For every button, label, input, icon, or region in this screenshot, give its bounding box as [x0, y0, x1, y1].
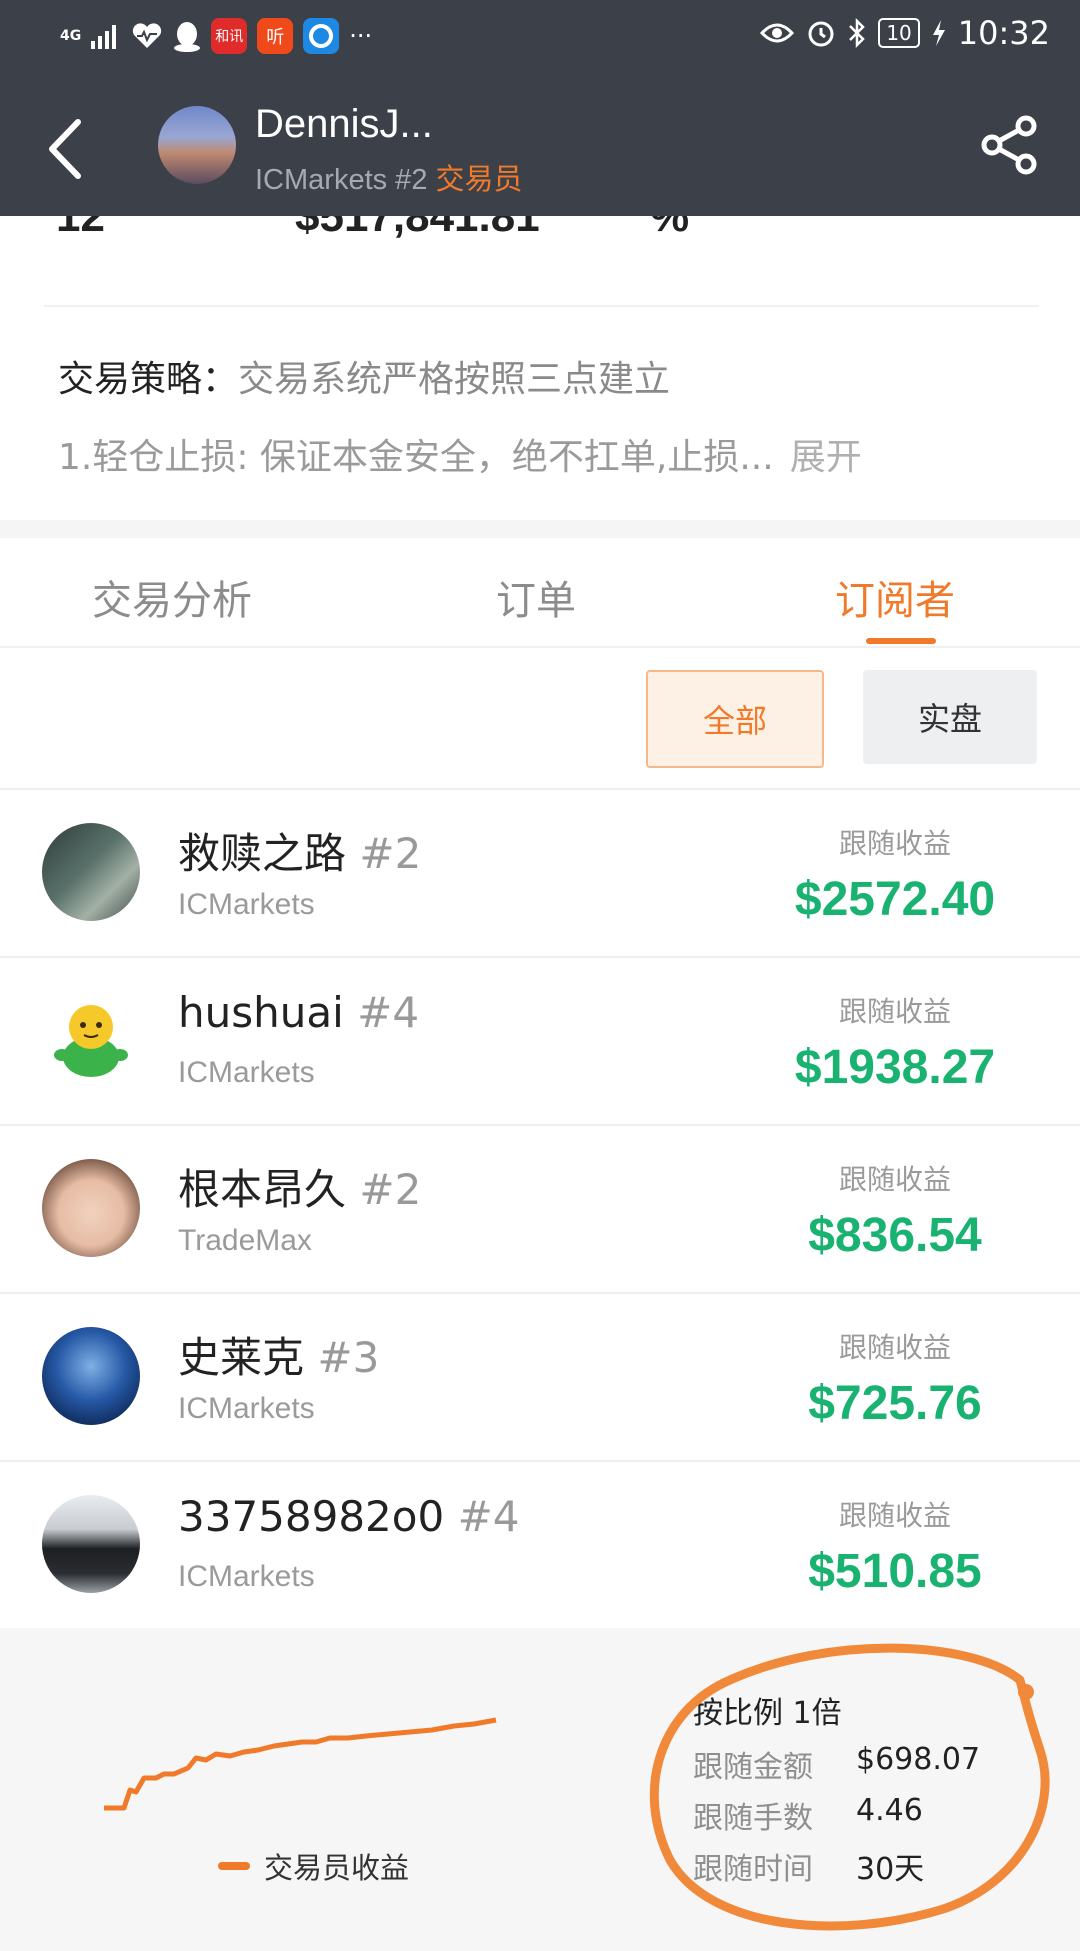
status-bar: 4G 和讯 听 ··· 10 10:32	[0, 0, 1080, 78]
battery-icon: 10	[878, 18, 920, 48]
subscriber-name-text: 救赎之路	[178, 829, 347, 878]
strategy-title: 交易策略：交易系统严格按照三点建立	[58, 350, 670, 402]
browser-app-icon	[303, 18, 340, 54]
subscriber-name-text: hushuai	[178, 988, 344, 1037]
profit-value: $725.76	[808, 1377, 982, 1430]
clock-time: 10:32	[957, 14, 1050, 52]
bluetooth-icon	[848, 15, 866, 51]
stat-value-1: 12	[56, 216, 105, 241]
subscriber-avatar	[42, 1495, 140, 1593]
chart-legend: 交易员收益	[218, 1845, 409, 1887]
tab-subscribers[interactable]: 订阅者	[835, 568, 955, 626]
trader-name: DennisJ...	[255, 102, 433, 146]
subscriber-row[interactable]: 救赎之路 #2 ICMarkets 跟随收益 $2572.40	[0, 788, 1080, 958]
divider	[44, 305, 1039, 307]
subscriber-rank: #2	[359, 829, 422, 878]
network-type: 4G	[60, 28, 82, 44]
subscriber-row[interactable]: 根本昂久 #2 TradeMax 跟随收益 $836.54	[0, 1124, 1080, 1294]
stats-row-partial: 12 $517,841.81 %	[0, 216, 1080, 302]
subscriber-avatar	[42, 1327, 140, 1425]
subscriber-name: 救赎之路 #2	[178, 820, 421, 881]
subscriber-avatar	[42, 991, 140, 1089]
expand-link[interactable]: 展开	[790, 437, 862, 478]
tab-orders[interactable]: 订单	[496, 568, 576, 626]
tab-trade-analysis[interactable]: 交易分析	[92, 568, 252, 626]
strategy-desc-text: 1.轻仓止损: 保证本金安全，绝不扛单,止损...	[58, 437, 774, 478]
subscriber-broker: TradeMax	[178, 1224, 312, 1257]
more-notifications: ···	[349, 22, 373, 50]
hexun-app-icon: 和讯	[211, 18, 248, 54]
trader-avatar[interactable]	[158, 106, 236, 184]
divider	[0, 646, 1080, 648]
subscriber-avatar	[42, 1159, 140, 1257]
share-icon[interactable]	[978, 114, 1040, 176]
filter-all-button[interactable]: 全部	[646, 670, 824, 768]
stat-value-2: $517,841.81	[295, 216, 540, 241]
subscriber-row[interactable]: hushuai #4 ICMarkets 跟随收益 $1938.27	[0, 956, 1080, 1126]
strategy-label: 交易策略：	[58, 359, 239, 400]
profit-label: 跟随收益	[838, 995, 951, 1028]
top-app-bar: DennisJ... ICMarkets #2 交易员	[0, 78, 1080, 216]
subscriber-avatar	[42, 823, 140, 921]
trader-role: 交易员	[435, 164, 523, 196]
profit-value: $1938.27	[794, 1041, 996, 1094]
subscriber-row[interactable]: 33758982o0 #4 ICMarkets 跟随收益 $510.85	[0, 1460, 1080, 1630]
profit-value: $510.85	[808, 1545, 982, 1598]
subscriber-name: 根本昂久 #2	[178, 1156, 421, 1217]
subscriber-row[interactable]: 史莱克 #3 ICMarkets 跟随收益 $725.76	[0, 1292, 1080, 1462]
back-arrow-icon[interactable]	[40, 114, 90, 184]
signal-icon	[91, 18, 121, 54]
profit-label: 跟随收益	[838, 1163, 951, 1196]
strategy-description: 1.轻仓止损: 保证本金安全，绝不扛单,止损... 展开	[58, 428, 862, 480]
subscriber-name: hushuai #4	[178, 988, 419, 1037]
subscriber-broker: ICMarkets	[178, 888, 315, 921]
subscriber-broker: ICMarkets	[178, 1056, 315, 1089]
hand-drawn-circle-annotation	[649, 1643, 1050, 1931]
profit-label: 跟随收益	[838, 1331, 951, 1364]
subscriber-rank: #4	[457, 1492, 520, 1541]
qq-default-avatar-icon	[54, 1005, 128, 1077]
stat-value-3: %	[650, 216, 690, 241]
legend-swatch	[218, 1862, 250, 1870]
subscriber-broker: ICMarkets	[178, 1560, 315, 1593]
ting-app-icon: 听	[257, 18, 294, 54]
status-right: 10 10:32	[760, 14, 1050, 52]
status-left: 4G 和讯 听 ···	[60, 18, 372, 54]
subscriber-rank: #3	[317, 1333, 380, 1382]
eye-comfort-icon	[760, 15, 795, 51]
profit-value: $2572.40	[794, 873, 996, 926]
legend-label: 交易员收益	[264, 1851, 410, 1885]
health-heart-icon	[131, 18, 163, 54]
profit-value: $836.54	[808, 1209, 982, 1262]
subscriber-name: 史莱克 #3	[178, 1324, 379, 1385]
filter-real-button[interactable]: 实盘	[863, 670, 1037, 764]
subscriber-broker: ICMarkets	[178, 1392, 315, 1425]
profit-label: 跟随收益	[838, 827, 951, 860]
tab-bar: 交易分析 订单 订阅者	[0, 538, 1080, 648]
trader-subtitle: ICMarkets #2 交易员	[255, 156, 523, 198]
alarm-icon	[806, 15, 836, 51]
profit-label: 跟随收益	[838, 1499, 951, 1532]
trader-profit-sparkline	[104, 1717, 497, 1811]
section-gap	[0, 520, 1080, 538]
trader-broker-rank: ICMarkets #2	[255, 164, 428, 196]
subscriber-name-text: 史莱克	[178, 1333, 305, 1382]
charging-icon	[932, 15, 946, 51]
strategy-value: 交易系统严格按照三点建立	[238, 359, 671, 400]
qq-penguin-icon	[173, 18, 201, 54]
active-tab-indicator	[866, 638, 936, 644]
subscriber-name-text: 根本昂久	[178, 1165, 347, 1214]
subscriber-rank: #4	[357, 988, 420, 1037]
subscriber-name-text: 33758982o0	[178, 1492, 445, 1541]
subscriber-name: 33758982o0 #4	[178, 1492, 519, 1541]
subscriber-rank: #2	[359, 1165, 422, 1214]
